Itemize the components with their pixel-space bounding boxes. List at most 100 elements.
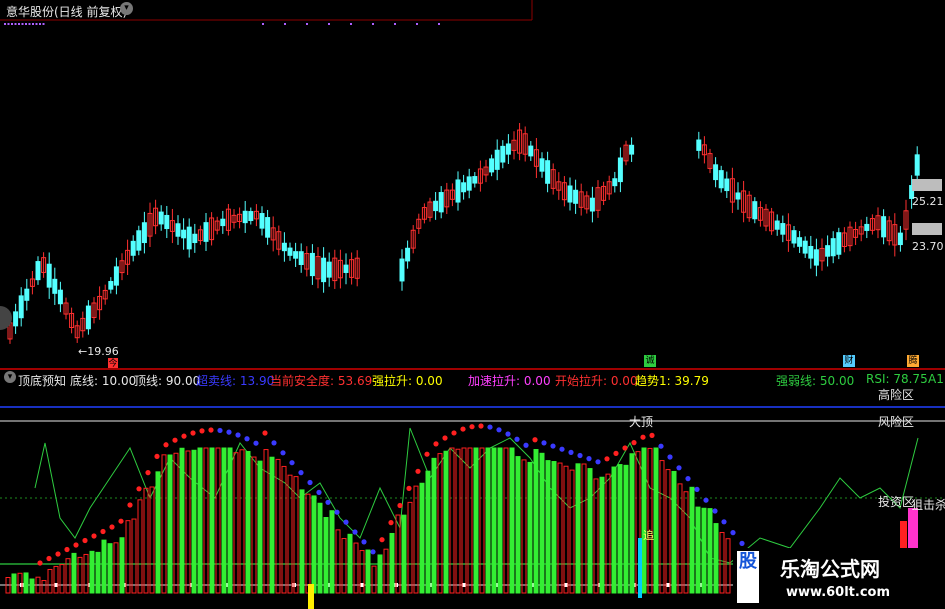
histogram-bar xyxy=(665,469,671,594)
histogram-bar xyxy=(59,564,65,594)
candle-body xyxy=(113,266,119,286)
candle-body xyxy=(13,311,19,327)
candle-body xyxy=(718,170,724,189)
histogram-bar xyxy=(353,542,359,594)
chevron-down-icon[interactable]: ▾ xyxy=(4,371,16,383)
histogram-bar xyxy=(557,462,563,594)
signal-tag[interactable]: 今 xyxy=(108,358,118,369)
histogram-bar xyxy=(335,529,341,594)
safety-dot xyxy=(145,470,151,476)
safety-dot xyxy=(361,539,367,545)
histogram-bar xyxy=(497,447,503,594)
histogram-bar xyxy=(629,453,635,594)
zone-label: 大顶 xyxy=(629,415,654,429)
candle-body xyxy=(248,211,254,222)
safety-dot xyxy=(64,546,70,553)
candle-body xyxy=(780,223,786,235)
candle-body xyxy=(52,278,58,294)
marker-dot xyxy=(14,23,17,25)
stock-chart-window: 意华股份(日线 前复权) ▾ ←19.96 25.21 23.70 诚 财 腾 … xyxy=(0,0,945,609)
candle-body xyxy=(108,281,114,290)
safety-dot xyxy=(73,542,79,548)
safety-dot xyxy=(118,518,124,524)
histogram-bar xyxy=(671,470,677,594)
watermark-site-name[interactable]: 乐淘公式网 xyxy=(780,553,880,582)
candle-body xyxy=(830,238,836,257)
candle-body xyxy=(242,210,248,224)
safety-dot xyxy=(424,451,430,457)
histogram-bar xyxy=(23,572,29,594)
safety-dot xyxy=(127,502,133,508)
histogram-bar xyxy=(239,449,245,594)
safety-dot xyxy=(136,486,142,492)
zone-label: 投资区 xyxy=(878,495,915,509)
histogram-bar xyxy=(167,454,173,594)
histogram-bar xyxy=(107,543,113,594)
signal-tag[interactable]: 腾 xyxy=(907,355,919,367)
safety-dot xyxy=(208,427,214,433)
histogram-bar xyxy=(491,447,497,594)
histogram-bar xyxy=(365,549,371,594)
histogram-bar xyxy=(257,460,263,594)
safety-dot xyxy=(37,560,43,566)
marker-dot xyxy=(262,23,264,25)
candlestick-chart[interactable] xyxy=(0,0,945,368)
histogram-bar xyxy=(77,556,83,594)
candle-body xyxy=(881,216,887,238)
marker-dot xyxy=(7,23,10,25)
candle-body xyxy=(164,214,170,230)
highlight-bar xyxy=(908,508,918,548)
safety-dot xyxy=(703,497,709,503)
price-axis-box xyxy=(912,223,942,235)
histogram-bar xyxy=(317,502,323,594)
candle-body xyxy=(287,247,293,256)
safety-dot xyxy=(181,433,187,439)
histogram-bar xyxy=(551,461,557,594)
zone-label: 风险区 xyxy=(878,415,915,429)
safety-dot xyxy=(388,520,394,526)
histogram-bar xyxy=(653,447,659,594)
histogram-bar xyxy=(197,447,203,594)
bottom-dot xyxy=(54,583,58,587)
candle-body xyxy=(130,240,136,256)
safety-dot xyxy=(523,442,529,448)
histogram-bar xyxy=(191,449,197,594)
histogram-bar xyxy=(545,460,551,594)
histogram-bar xyxy=(53,565,59,594)
histogram-bar xyxy=(707,508,713,594)
safety-dot xyxy=(343,519,349,525)
signal-tag[interactable]: 诚 xyxy=(644,355,656,367)
watermark-url[interactable]: www.60lt.com xyxy=(786,585,890,600)
safety-dot xyxy=(568,449,574,455)
bottom-dot xyxy=(360,583,364,587)
histogram-bar xyxy=(209,447,215,594)
candle-body xyxy=(85,305,91,330)
marker-dot xyxy=(39,23,41,25)
safety-dot xyxy=(613,450,619,456)
safety-dot xyxy=(190,430,196,436)
histogram-bar xyxy=(521,459,527,594)
candle-body xyxy=(825,245,831,257)
marker-dot xyxy=(350,23,352,25)
safety-dot xyxy=(685,476,691,482)
candle-body xyxy=(136,230,142,251)
candle-body xyxy=(433,200,439,212)
histogram-bar xyxy=(401,514,407,594)
safety-dot xyxy=(217,427,223,434)
histogram-bar xyxy=(437,453,443,594)
histogram-bar xyxy=(503,447,509,594)
safety-dot xyxy=(739,540,745,546)
marker-dot xyxy=(372,23,374,25)
safety-dot xyxy=(379,537,385,543)
marker-dot xyxy=(4,23,6,25)
candle-body xyxy=(724,178,730,192)
histogram-bar xyxy=(329,510,335,594)
histogram-bar xyxy=(695,506,701,594)
signal-tag[interactable]: 财 xyxy=(843,355,855,367)
marker-dot xyxy=(438,23,440,25)
chevron-down-icon[interactable]: ▾ xyxy=(120,2,133,15)
safety-dot xyxy=(505,431,511,437)
histogram-bar xyxy=(485,447,491,594)
histogram-bar xyxy=(593,478,599,594)
safety-dot xyxy=(325,499,331,505)
